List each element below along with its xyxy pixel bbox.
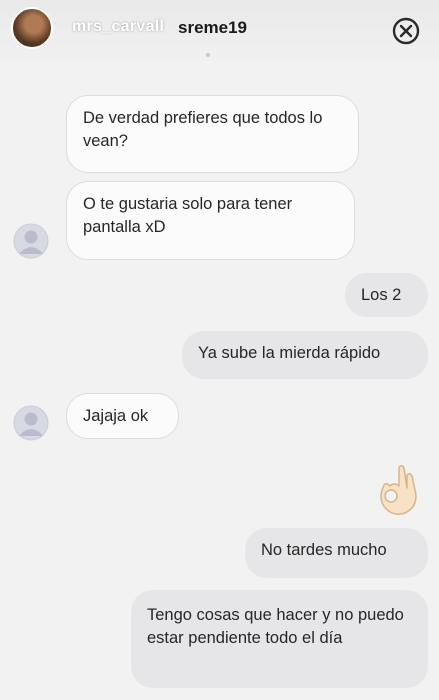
story-username[interactable]: mrs_carvall: [72, 18, 164, 36]
message-text: Tengo cosas que hacer y no puedo estar p…: [147, 606, 404, 647]
message-text: De verdad prefieres que todos lo vean?: [83, 109, 323, 150]
story-avatar[interactable]: [11, 7, 53, 49]
message-bubble-outgoing[interactable]: Ya sube la mierda rápido: [182, 331, 428, 379]
message-bubble-incoming[interactable]: O te gustaria solo para tener pantalla x…: [66, 181, 355, 260]
message-bubble-outgoing[interactable]: Los 2: [345, 273, 428, 317]
message-bubble-incoming[interactable]: Jajaja ok: [66, 393, 179, 439]
header-indicator: [206, 53, 210, 57]
contact-avatar[interactable]: [13, 405, 49, 441]
message-text: Los 2: [361, 286, 402, 304]
ok-hand-emoji[interactable]: [372, 460, 420, 518]
message-bubble-incoming[interactable]: De verdad prefieres que todos lo vean?: [66, 95, 359, 173]
message-text: Ya sube la mierda rápido: [198, 344, 381, 362]
contact-avatar[interactable]: [13, 223, 49, 259]
story-header: mrs_carvall sreme19: [0, 0, 439, 62]
message-bubble-outgoing[interactable]: Tengo cosas que hacer y no puedo estar p…: [131, 590, 428, 688]
message-bubble-outgoing[interactable]: No tardes mucho: [245, 528, 428, 578]
chat-title: sreme19: [178, 18, 248, 37]
message-text: No tardes mucho: [261, 541, 387, 559]
close-button[interactable]: [391, 16, 421, 46]
close-icon: [399, 24, 413, 38]
message-text: O te gustaria solo para tener pantalla x…: [83, 195, 293, 236]
message-text: Jajaja ok: [83, 407, 149, 425]
